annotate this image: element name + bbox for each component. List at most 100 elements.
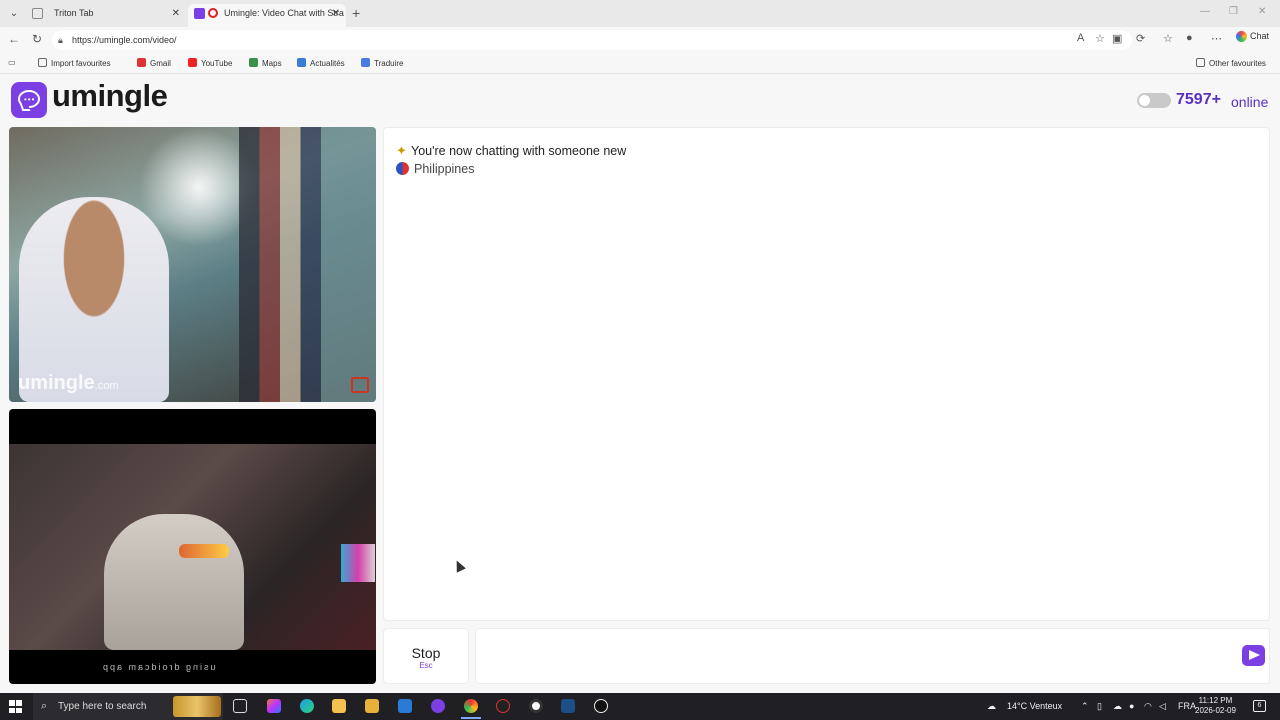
url-text: https://umingle.com/video/ (72, 35, 177, 45)
obs-app-icon[interactable] (496, 699, 510, 713)
new-tab-plus-icon[interactable]: + (352, 5, 360, 21)
bookmark-traduire[interactable]: Traduire (361, 58, 404, 68)
report-flag-icon[interactable] (351, 377, 369, 393)
profile-avatar-icon[interactable]: ● (1186, 32, 1193, 44)
edge-app-icon[interactable] (300, 699, 314, 713)
read-aloud-icon[interactable]: A (1077, 32, 1084, 44)
close-icon[interactable]: ✕ (332, 4, 340, 23)
other-favourites[interactable]: Other favourites (1196, 58, 1266, 68)
sidebar-toggle-icon[interactable]: ▭ (8, 58, 16, 67)
bookmark-label: Import favourites (51, 59, 111, 68)
bookmark-label: YouTube (201, 59, 233, 68)
steam-app-icon[interactable] (561, 699, 575, 713)
address-bar[interactable]: 🔒︎ https://umingle.com/video/ (52, 30, 1132, 50)
news-icon (297, 58, 306, 67)
system-message-text: You're now chatting with someone new (411, 144, 627, 158)
browser-toolbar: ← ↻ 🔒︎ https://umingle.com/video/ A ☆ ▣ … (0, 27, 1280, 53)
maps-icon (249, 58, 258, 67)
favorites-icon[interactable]: ☆ (1163, 32, 1173, 45)
bookmark-actualites[interactable]: Actualités (297, 58, 345, 68)
chat-bubble-logo-icon: ••• (11, 82, 47, 118)
stranger-video: umingle.com (9, 127, 376, 402)
message-input[interactable] (475, 628, 1270, 684)
chevron-up-icon[interactable]: ⌃ (1081, 693, 1089, 720)
task-view-icon[interactable] (233, 699, 247, 713)
media-app-icon[interactable] (529, 699, 543, 713)
network-icon[interactable]: ☁ (1113, 693, 1122, 720)
weather-icon[interactable]: ☁ (987, 693, 996, 720)
language-indicator[interactable]: FRA (1178, 693, 1196, 720)
refresh-icon[interactable]: ↻ (32, 32, 42, 46)
wifi-icon[interactable]: ◠ (1144, 693, 1152, 720)
online-label: online (1231, 94, 1269, 110)
bookmark-label: Traduire (374, 59, 404, 68)
youtube-icon (188, 58, 197, 67)
import-icon (38, 58, 47, 67)
search-icon: ⌕ (41, 700, 48, 712)
stop-shortcut: Esc (419, 661, 433, 670)
maximize-icon[interactable]: ❐ (1229, 6, 1238, 17)
clock-time: 11:12 PM (1198, 696, 1233, 705)
bookmark-youtube[interactable]: YouTube (188, 58, 232, 68)
watermark-domain: .com (94, 380, 119, 392)
chat-label: Chat (1250, 31, 1270, 41)
notifications-icon[interactable]: 6 (1253, 700, 1266, 712)
search-placeholder: Type here to search (58, 701, 147, 712)
search-highlight-image (173, 696, 221, 717)
country-name: Philippines (414, 162, 475, 176)
more-menu-icon[interactable]: ⋯ (1211, 32, 1222, 45)
copilot-chat-button[interactable]: Chat (1236, 31, 1270, 43)
bookmark-maps[interactable]: Maps (249, 58, 282, 68)
copilot-app-icon[interactable] (267, 699, 281, 713)
volume-icon[interactable]: ◁ (1159, 693, 1166, 720)
page-icon (32, 8, 43, 19)
bookmarks-bar: ▭ Import favourites Gmail YouTube Maps A… (0, 54, 1280, 74)
battery-icon[interactable]: ▯ (1097, 693, 1102, 720)
messenger-app-icon[interactable] (431, 699, 445, 713)
bookmark-label: Maps (262, 59, 282, 68)
windows-start-icon[interactable] (9, 700, 22, 713)
copilot-icon (1236, 31, 1247, 43)
stop-button[interactable]: Stop Esc (383, 628, 469, 684)
site-info-icon[interactable]: 🔒︎ (58, 30, 63, 50)
file-explorer-icon[interactable] (332, 699, 346, 713)
system-message: ✦ You're now chatting with someone new (396, 143, 626, 159)
clock-date: 2026-02-09 (1195, 706, 1236, 715)
microphone-icon[interactable]: ● (1129, 693, 1134, 720)
extensions-icon[interactable]: ⟳ (1136, 32, 1145, 45)
close-window-icon[interactable]: ✕ (1258, 6, 1266, 17)
tab-umingle[interactable]: Umingle: Video Chat with Stra ✕ (188, 4, 346, 27)
back-arrow-icon[interactable]: ← (8, 32, 20, 46)
bookmark-label: Other favourites (1209, 59, 1266, 68)
clock[interactable]: 11:12 PM 2026-02-09 (1195, 696, 1236, 716)
translate-icon (361, 58, 370, 67)
mail-app-icon[interactable] (398, 699, 412, 713)
self-person (104, 514, 244, 650)
self-video: using droidcam app (9, 409, 376, 684)
browser-tab-strip: ⌄ Triton Tab ✕ Umingle: Video Chat with … (0, 0, 1280, 27)
minimize-icon[interactable]: — (1200, 6, 1210, 17)
stranger-country: Philippines (396, 162, 474, 176)
theme-toggle[interactable] (1137, 93, 1171, 108)
app-icon[interactable] (594, 699, 608, 713)
send-button[interactable] (1242, 645, 1265, 666)
tab-triton[interactable]: Triton Tab ✕ (26, 4, 186, 27)
bookmark-gmail[interactable]: Gmail (137, 58, 171, 68)
chrome-app-icon[interactable] (461, 699, 481, 719)
droidcam-caption: using droidcam app (101, 662, 216, 672)
tab-title: Triton Tab (54, 8, 94, 18)
favorite-star-icon[interactable]: ☆ (1095, 32, 1105, 45)
brand-name: umingle (52, 78, 168, 113)
bookmark-import-favourites[interactable]: Import favourites (38, 58, 111, 68)
weather-text[interactable]: 14°C Venteux (1007, 693, 1062, 720)
immersive-reader-icon[interactable]: ▣ (1112, 32, 1122, 45)
chat-log: ✦ You're now chatting with someone new Ph… (383, 127, 1270, 621)
store-app-icon[interactable] (365, 699, 379, 713)
sparkle-icon: ✦ (396, 143, 407, 158)
bookmark-label: Actualités (310, 59, 345, 68)
philippines-flag-icon (396, 162, 409, 175)
online-count: 7597+ (1176, 91, 1221, 108)
close-icon[interactable]: ✕ (172, 4, 180, 23)
taskbar-search[interactable]: ⌕ Type here to search (33, 693, 223, 720)
tab-search-chevron-icon[interactable]: ⌄ (6, 6, 22, 22)
